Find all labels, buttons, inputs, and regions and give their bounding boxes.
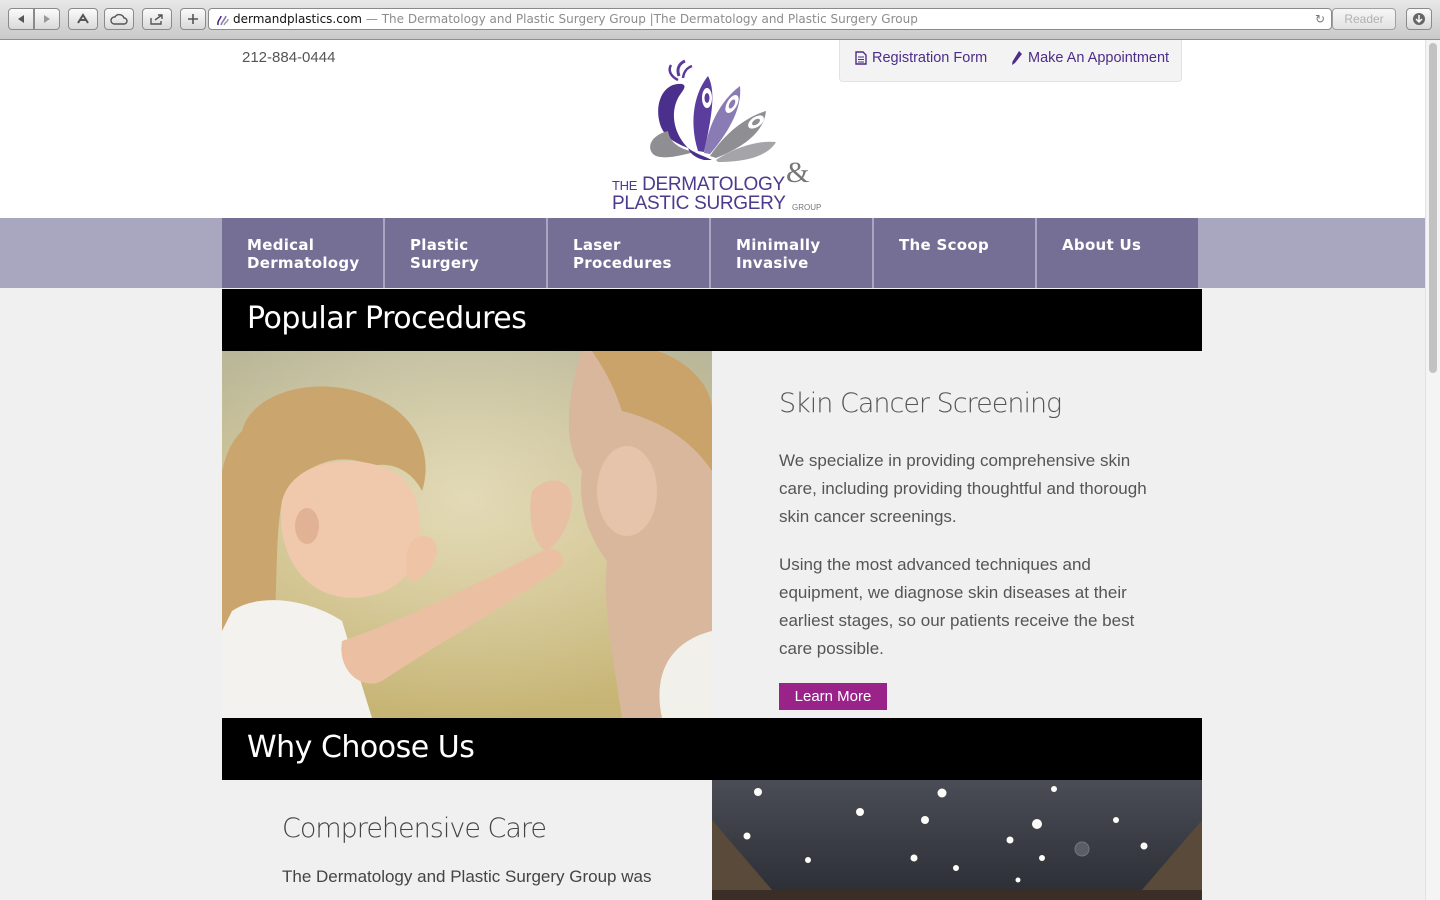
- back-button[interactable]: [8, 8, 34, 30]
- plus-icon: [188, 14, 198, 24]
- make-appointment-label: Make An Appointment: [1028, 50, 1170, 66]
- page-scrollbar[interactable]: [1425, 40, 1440, 900]
- document-icon: [855, 51, 867, 65]
- nav-the-scoop[interactable]: The Scoop: [874, 218, 1037, 288]
- page-title-text: — The Dermatology and Plastic Surgery Gr…: [365, 12, 918, 26]
- logo-dermatology: DERMATOLOGY: [642, 174, 785, 195]
- registration-form-label: Registration Form: [872, 50, 988, 66]
- office-ceiling-photo: [712, 780, 1202, 900]
- phone-number[interactable]: 212-884-0444: [242, 49, 335, 66]
- nav-medical-dermatology[interactable]: Medical Dermatology: [222, 218, 385, 288]
- forward-button[interactable]: [34, 8, 60, 30]
- logo-plastic-surgery: PLASTIC SURGERY: [612, 193, 786, 214]
- registration-form-link[interactable]: Registration Form: [855, 50, 987, 66]
- make-appointment-link[interactable]: Make An Appointment: [1011, 50, 1169, 66]
- skin-cancer-screening-title: Skin Cancer Screening: [779, 388, 1062, 419]
- main-navigation: Medical Dermatology Plastic Surgery Lase…: [222, 218, 1202, 288]
- popular-paragraph-1: We specialize in providing comprehensive…: [779, 451, 1147, 526]
- address-bar[interactable]: dermandplastics.com — The Dermatology an…: [208, 8, 1332, 30]
- mother-daughter-photo: [222, 351, 712, 718]
- peacock-logo-icon: [650, 59, 776, 162]
- url-domain: dermandplastics.com: [233, 12, 362, 26]
- cloud-icon: [110, 13, 128, 25]
- share-icon: [150, 14, 163, 25]
- popular-procedures-heading: Popular Procedures: [222, 289, 1202, 351]
- logo-group: GROUP: [792, 203, 822, 212]
- share-button[interactable]: [142, 8, 172, 30]
- downloads-button[interactable]: [1406, 8, 1432, 30]
- header-actions: Registration Form Make An Appointment: [839, 40, 1182, 82]
- icloud-tabs-button[interactable]: [104, 8, 134, 30]
- nav-laser-procedures[interactable]: Laser Procedures: [548, 218, 711, 288]
- top-sites-icon: [77, 13, 89, 24]
- reload-icon[interactable]: ↻: [1315, 12, 1325, 26]
- download-icon: [1413, 13, 1425, 25]
- back-arrow-icon: [18, 15, 24, 23]
- pencil-icon: [1012, 51, 1022, 65]
- web-page: 212-884-0444 Registration Form Make An A…: [0, 40, 1425, 900]
- comprehensive-care-title: Comprehensive Care: [282, 813, 547, 844]
- why-choose-us-heading: Why Choose Us: [222, 718, 1202, 780]
- popular-paragraph-2: Using the most advanced techniques and e…: [779, 555, 1135, 658]
- new-tab-button[interactable]: [180, 8, 206, 30]
- site-logo[interactable]: THE DERMATOLOGY & PLASTIC SURGERY GROUP: [608, 56, 822, 216]
- nav-plastic-surgery[interactable]: Plastic Surgery: [385, 218, 548, 288]
- site-favicon-icon: [217, 15, 229, 26]
- nav-minimally-invasive[interactable]: Minimally Invasive: [711, 218, 874, 288]
- why-paragraph: The Dermatology and Plastic Surgery Grou…: [282, 867, 652, 886]
- scrollbar-thumb[interactable]: [1429, 43, 1437, 373]
- logo-the: THE: [612, 178, 638, 193]
- forward-arrow-icon: [44, 15, 50, 23]
- learn-more-button[interactable]: Learn More: [779, 683, 887, 710]
- browser-toolbar: dermandplastics.com — The Dermatology an…: [0, 0, 1440, 40]
- logo-ampersand: &: [786, 156, 810, 189]
- nav-about-us[interactable]: About Us: [1037, 218, 1200, 288]
- main-navigation-bar: Medical Dermatology Plastic Surgery Lase…: [0, 218, 1425, 288]
- site-header: 212-884-0444 Registration Form Make An A…: [0, 40, 1425, 218]
- top-sites-button[interactable]: [68, 8, 98, 30]
- reader-button[interactable]: Reader: [1332, 8, 1396, 30]
